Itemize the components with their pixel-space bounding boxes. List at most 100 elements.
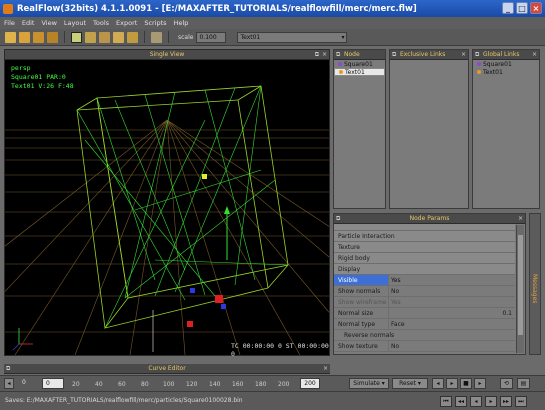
node-select-value: Text01 — [240, 33, 261, 41]
exclusive-links-title: Exclusive Links — [400, 51, 446, 58]
gizmo-red-handle-2[interactable] — [187, 321, 193, 327]
minimize-button[interactable]: _ — [502, 2, 514, 14]
timeline-bar: ◂ 0 0 20 40 60 80 100 120 140 160 180 20… — [0, 375, 545, 391]
gizmo-blue-handle[interactable] — [190, 288, 195, 293]
nodes-panel: ⧉ Node Square01 Text01 — [333, 49, 386, 209]
rotate-tool-icon[interactable] — [99, 31, 110, 43]
param-row-show-wireframe[interactable]: Show wireframe Yes — [334, 297, 515, 308]
float-panel-icon[interactable]: ⧉ — [336, 51, 340, 59]
menu-layout[interactable]: Layout — [64, 19, 86, 27]
param-row-normal-size[interactable]: Normal size 0.1 — [334, 308, 515, 319]
menu-bar: File Edit View Layout Tools Export Scrip… — [0, 17, 545, 29]
current-frame-input[interactable]: 0 — [42, 378, 64, 389]
save-scene-icon[interactable] — [33, 31, 44, 43]
node-item-square01[interactable]: Square01 — [334, 60, 385, 68]
menu-file[interactable]: File — [4, 19, 15, 27]
gizmo-red-handle[interactable] — [215, 295, 223, 303]
messages-tab-label: Messages — [531, 274, 538, 304]
close-panel-icon[interactable]: × — [532, 51, 537, 58]
select-tool-icon[interactable] — [71, 31, 82, 43]
timeline-settings-icon[interactable]: ◂ — [4, 378, 14, 389]
reset-button[interactable]: Reset ▾ — [392, 378, 428, 389]
global-item-text01[interactable]: Text01 — [473, 68, 539, 76]
close-panel-icon[interactable]: × — [461, 51, 466, 58]
float-panel-icon[interactable]: ⧉ — [315, 51, 319, 59]
play-back-icon[interactable]: ◂ — [470, 396, 482, 407]
params-group-rigid-body[interactable]: Rigid body — [334, 253, 515, 264]
new-scene-icon[interactable] — [5, 31, 16, 43]
close-button[interactable]: × — [530, 2, 542, 14]
go-start-icon[interactable]: ⏮ — [440, 396, 452, 407]
timeline-start-frame[interactable]: 0 — [22, 379, 26, 386]
simulate-button[interactable]: Simulate ▾ — [349, 378, 389, 389]
hud-text-info: Text01 V:26 F:48 — [11, 82, 74, 90]
close-panel-icon[interactable]: × — [322, 51, 327, 58]
params-group-texture[interactable]: Texture — [334, 242, 515, 253]
menu-tools[interactable]: Tools — [93, 19, 109, 27]
params-group-particle-interaction[interactable]: Particle Interaction — [334, 231, 515, 242]
step-back-icon[interactable]: ◂◂ — [455, 396, 467, 407]
loop-icon[interactable]: ⟲ — [500, 378, 513, 389]
node-item-text01[interactable]: Text01 — [334, 68, 385, 76]
menu-view[interactable]: View — [41, 19, 56, 27]
param-row-show-texture[interactable]: Show texture No — [334, 341, 515, 352]
step-forward-icon[interactable]: ▸▸ — [500, 396, 512, 407]
params-group-display[interactable]: Display — [334, 264, 515, 275]
gizmo-blue-handle-2[interactable] — [221, 304, 226, 309]
messages-tab[interactable]: Messages — [529, 213, 541, 355]
menu-help[interactable]: Help — [174, 19, 189, 27]
play-forward-icon[interactable]: ▸ — [485, 396, 497, 407]
toolbar-divider — [144, 31, 145, 43]
node-type-icon — [339, 70, 343, 74]
params-scroll-thumb[interactable] — [518, 235, 523, 335]
timecode-readout: TC 00:00:00 0 ST 00:00:00 0 — [231, 342, 329, 358]
save-as-icon[interactable] — [47, 31, 58, 43]
go-end-icon[interactable]: ⏭ — [515, 396, 527, 407]
maximize-button[interactable]: □ — [516, 2, 528, 14]
global-links-title: Global Links — [483, 51, 520, 58]
float-panel-icon[interactable]: ⧉ — [475, 51, 479, 59]
title-bar: RealFlow(32bits) 4.1.1.0091 - [E:/MAXAFT… — [0, 0, 545, 17]
node-select-dropdown[interactable]: Text01 ▾ — [237, 31, 348, 43]
global-links-panel: ⧉ Global Links × Square01 Text01 — [472, 49, 540, 209]
param-row-visible[interactable]: Visible Yes — [334, 275, 515, 286]
param-row-show-normals[interactable]: Show normals No — [334, 286, 515, 297]
menu-edit[interactable]: Edit — [22, 19, 35, 27]
params-scrollbar[interactable] — [516, 225, 524, 353]
nodes-panel-header: ⧉ Node — [334, 50, 385, 60]
node-params-header: ⧉ Node Params × — [334, 214, 525, 224]
edit-tool-icon[interactable] — [127, 31, 138, 43]
single-view-panel[interactable]: Single View ⧉ × persp Square01 PAR:0 Tex… — [4, 49, 330, 358]
end-frame-input[interactable]: 200 — [300, 378, 320, 389]
param-row-normal-type[interactable]: Normal type Face — [334, 319, 515, 330]
toolbar-divider — [64, 31, 65, 43]
param-row-reverse-normals[interactable]: Reverse normals — [334, 330, 515, 341]
link-tool-icon[interactable] — [151, 31, 162, 43]
float-panel-icon[interactable]: ⧉ — [336, 215, 340, 223]
float-panel-icon[interactable]: ⧉ — [392, 51, 396, 59]
emitter-handle[interactable] — [202, 174, 207, 179]
move-tool-icon[interactable] — [85, 31, 96, 43]
single-view-header: Single View ⧉ × — [5, 50, 329, 60]
prev-frame-icon[interactable]: ◂ — [432, 378, 444, 389]
menu-export[interactable]: Export — [116, 19, 137, 27]
3d-scene-canvas[interactable] — [5, 60, 329, 355]
global-item-square01[interactable]: Square01 — [473, 60, 539, 68]
stop-icon[interactable]: ■ — [460, 378, 472, 389]
hud-square-info: Square01 PAR:0 — [11, 73, 66, 81]
timeline-scrubber[interactable]: 20 40 60 80 100 120 140 160 180 200 — [66, 378, 296, 390]
curve-editor-header[interactable]: ⧉ Curve Editor × — [4, 364, 330, 374]
play-icon[interactable]: ▸ — [446, 378, 458, 389]
scale-label: scale — [178, 33, 194, 41]
next-frame-icon[interactable]: ▸ — [474, 378, 486, 389]
float-panel-icon[interactable]: ⧉ — [6, 365, 10, 373]
close-panel-icon[interactable]: × — [518, 215, 523, 222]
menu-scripts[interactable]: Scripts — [144, 19, 166, 27]
gizmo-arrow-icon[interactable] — [224, 206, 230, 214]
params-list: Particle Interaction Texture Rigid body … — [334, 224, 515, 354]
open-scene-icon[interactable] — [19, 31, 30, 43]
close-panel-icon[interactable]: × — [323, 365, 328, 372]
cache-icon[interactable]: ▤ — [517, 378, 530, 389]
scale-input[interactable]: 0.100 — [196, 31, 227, 43]
scale-tool-icon[interactable] — [113, 31, 124, 43]
